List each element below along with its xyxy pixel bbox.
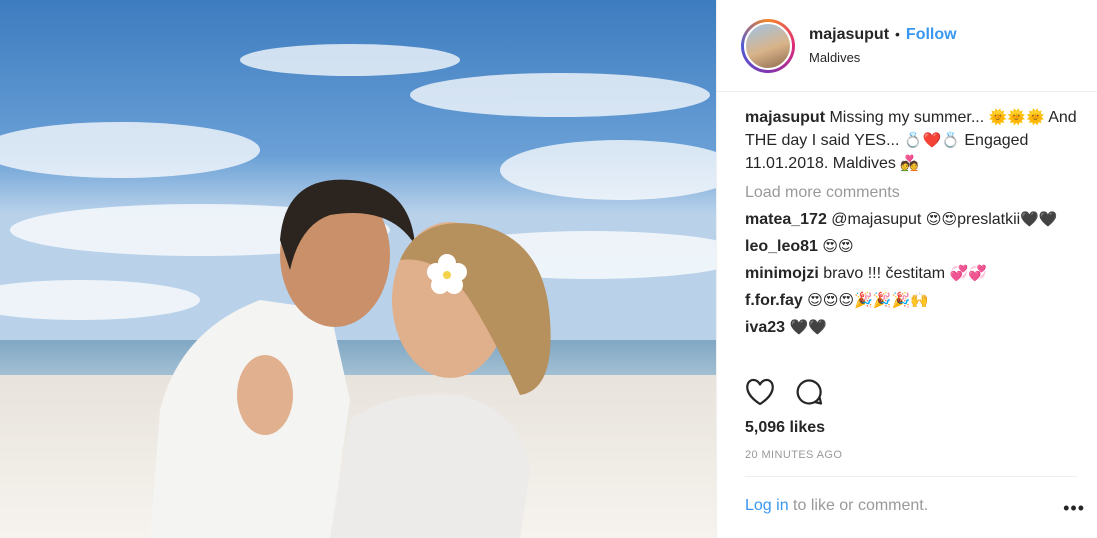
- caption-emoji-1: 🌞🌞🌞: [988, 108, 1045, 126]
- location-link[interactable]: Maldives: [809, 50, 957, 65]
- caption-username[interactable]: majasuput: [745, 109, 825, 126]
- post-view: majasuput • Follow Maldives majasuput Miss…: [0, 0, 1097, 538]
- heart-icon[interactable]: [745, 378, 775, 406]
- comment-username[interactable]: iva23: [745, 319, 785, 336]
- comment-username[interactable]: minimojzi: [745, 265, 819, 282]
- comment-item: minimojzi bravo !!! čestitam 💞💞: [745, 262, 1077, 285]
- likes-count[interactable]: 5,096 likes: [745, 419, 825, 437]
- comment-emoji: 🖤🖤: [789, 318, 827, 336]
- action-bar: [745, 378, 823, 406]
- comment-text[interactable]: @majasuput: [831, 211, 921, 228]
- caption-emoji-3: 💑: [900, 154, 920, 172]
- comment-item: leo_leo81 😍😍: [745, 235, 1077, 258]
- login-prompt: Log in to like or comment.: [745, 497, 928, 515]
- comment-icon[interactable]: [795, 378, 823, 406]
- comment-emoji-2: 🖤🖤: [1020, 210, 1058, 228]
- header-text: majasuput • Follow Maldives: [809, 26, 957, 65]
- comment-emoji: 😍😍: [925, 210, 958, 228]
- header-separator: •: [895, 26, 900, 42]
- couple-beach-photo: [0, 0, 716, 538]
- more-options-button[interactable]: •••: [1063, 498, 1085, 519]
- login-link[interactable]: Log in: [745, 497, 789, 514]
- comment-item: f.for.fay 😍😍😍🎉🎉🎉🙌: [745, 289, 1077, 312]
- post-photo[interactable]: [0, 0, 716, 538]
- load-more-comments-button[interactable]: Load more comments: [745, 181, 1077, 204]
- comment-item: iva23 🖤🖤: [745, 316, 1077, 339]
- comment-text-2: preslatkii: [957, 211, 1021, 228]
- comment-text: bravo !!! čestitam: [823, 265, 946, 282]
- comment-username[interactable]: f.for.fay: [745, 292, 803, 309]
- divider: [745, 476, 1077, 477]
- comments-list[interactable]: majasuput Missing my summer... 🌞🌞🌞 And T…: [745, 106, 1077, 362]
- comment-emoji: 😍😍: [822, 237, 854, 255]
- caption-emoji-2: 💍❤️💍: [903, 131, 960, 149]
- caption-text-1: Missing my summer...: [829, 109, 985, 126]
- post-timestamp[interactable]: 20 MINUTES AGO: [745, 449, 842, 461]
- caption: majasuput Missing my summer... 🌞🌞🌞 And T…: [745, 106, 1077, 175]
- post-side-panel: majasuput • Follow Maldives majasuput Miss…: [716, 0, 1097, 538]
- avatar-ring[interactable]: [741, 18, 795, 73]
- post-header: majasuput • Follow Maldives: [717, 0, 1097, 92]
- follow-button[interactable]: Follow: [906, 26, 957, 43]
- comment-emoji: 💞💞: [949, 264, 987, 282]
- comment-username[interactable]: leo_leo81: [745, 238, 818, 255]
- avatar[interactable]: [744, 21, 792, 70]
- header-username[interactable]: majasuput: [809, 26, 889, 43]
- login-prompt-text: to like or comment.: [788, 497, 929, 514]
- comment-emoji: 😍😍😍🎉🎉🎉🙌: [807, 291, 929, 309]
- comment-item: matea_172 @majasuput 😍😍preslatkii🖤🖤: [745, 208, 1077, 231]
- comment-username[interactable]: matea_172: [745, 211, 827, 228]
